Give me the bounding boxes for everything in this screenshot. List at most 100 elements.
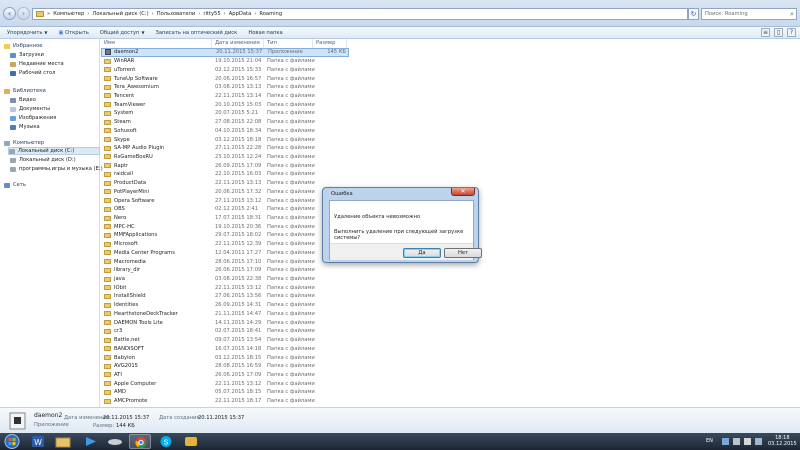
tray-flag-icon[interactable] xyxy=(733,438,740,445)
taskbar-explorer-icon[interactable] xyxy=(52,434,74,449)
file-row[interactable]: Raptr 26.09.2015 17:09 Папка с файлами xyxy=(101,161,800,170)
taskbar-skype-icon[interactable]: S xyxy=(155,434,177,449)
nav-libraries[interactable]: Библиотеки xyxy=(4,87,46,95)
help-icon[interactable]: ? xyxy=(787,28,796,37)
file-row[interactable]: DAEMON Tools Lite 14.11.2015 14:29 Папка с… xyxy=(101,318,800,327)
file-row[interactable]: Steam 27.08.2015 22:08 Папка с файлами xyxy=(101,118,800,127)
file-row[interactable]: ATI 26.06.2015 17:09 Папка с файлами xyxy=(101,371,800,380)
nav-music[interactable]: Музыка xyxy=(10,123,40,131)
nav-documents[interactable]: Документы xyxy=(10,105,50,113)
preview-pane-icon[interactable]: ▯ xyxy=(774,28,783,37)
nav-images[interactable]: Изображения xyxy=(10,114,56,122)
file-row[interactable]: TeamViewer 20.10.2015 15:03 Папка с файлам… xyxy=(101,100,800,109)
start-button-icon[interactable] xyxy=(2,433,22,450)
file-row[interactable]: AVG2015 28.08.2015 16:59 Папка с файлами xyxy=(101,362,800,371)
file-row[interactable]: Apple Computer 22.11.2015 13:12 Папка с фа… xyxy=(101,379,800,388)
forward-button[interactable]: › xyxy=(17,7,30,20)
file-row[interactable]: SA-MP Audio Plugin 27.11.2015 22:28 Папка … xyxy=(101,144,800,153)
file-row[interactable]: Identities 26.09.2015 14:31 Папка с файлам… xyxy=(101,301,800,310)
file-row[interactable]: Tencent 22.11.2015 13:14 Папка с файлами xyxy=(101,92,800,101)
svg-text:S: S xyxy=(164,440,169,447)
open-button[interactable]: ▣ Открыть xyxy=(55,30,93,36)
language-indicator[interactable]: EN xyxy=(706,438,713,444)
file-row[interactable]: uTorrent 02.12.2015 15:33 Папка с файлами xyxy=(101,65,800,74)
file-row[interactable]: Tera_Awesomium 03.08.2015 13:13 Папка с фа… xyxy=(101,83,800,92)
file-row[interactable]: Sohusoft 04.10.2015 18:34 Папка с файлами xyxy=(101,126,800,135)
breadcrumb-computer[interactable]: Компьютер xyxy=(53,11,84,17)
file-type: Папка с файлами xyxy=(267,66,315,73)
share-button[interactable]: Общий доступ ▼ xyxy=(96,30,149,36)
file-date: 27.11.2015 13:12 xyxy=(215,197,262,204)
breadcrumb-appdata[interactable]: AppData xyxy=(229,11,252,17)
file-row[interactable]: IObit 22.11.2015 13:12 Папка с файлами xyxy=(101,283,800,292)
breadcrumb-users[interactable]: Пользователи xyxy=(157,11,196,17)
file-row[interactable]: WinRAR 19.10.2015 21:04 Папка с файлами xyxy=(101,57,800,66)
folder-icon xyxy=(104,163,111,169)
nav-video[interactable]: Видео xyxy=(10,96,36,104)
nav-downloads[interactable]: Загрузки xyxy=(10,51,44,59)
nav-disk-c[interactable]: Локальный диск (C:) xyxy=(8,147,100,155)
nav-network[interactable]: Сеть xyxy=(4,181,26,189)
column-type[interactable]: Тип xyxy=(264,39,313,48)
nav-favorites[interactable]: Избранное xyxy=(4,42,42,50)
file-row[interactable]: library_dir 26.06.2015 17:09 Папка с файла… xyxy=(101,266,800,275)
address-bar[interactable]: » Компьютер › Локальный диск (C:) › Поль… xyxy=(32,8,688,20)
nav-disk-d[interactable]: Локальный диск (D:) xyxy=(10,156,76,164)
file-date: 22.11.2015 18:17 xyxy=(215,398,262,405)
yes-button[interactable]: Да xyxy=(403,248,441,258)
file-row[interactable]: raidcall 22.10.2015 16:03 Папка с файлами xyxy=(101,170,800,179)
nav-desktop[interactable]: Рабочий стол xyxy=(10,69,56,77)
refresh-button[interactable]: ↻ xyxy=(688,8,699,20)
file-row[interactable]: HearthstoneDeckTracker 21.11.2015 14:47 Па… xyxy=(101,310,800,319)
back-button[interactable]: ‹ xyxy=(3,7,16,20)
taskbar-daemon-tools-icon[interactable] xyxy=(104,434,126,449)
tray-signal-icon[interactable] xyxy=(755,438,762,445)
file-type: Папка с файлами xyxy=(267,188,315,195)
file-date: 27.08.2015 22:08 xyxy=(215,119,262,126)
breadcrumb-roaming[interactable]: Roaming xyxy=(259,11,282,17)
tray-volume-icon[interactable] xyxy=(744,438,751,445)
file-row[interactable]: Skype 03.12.2015 18:18 Папка с файлами xyxy=(101,135,800,144)
view-mode-icon[interactable]: ≡ xyxy=(761,28,770,37)
organize-button[interactable]: Упорядочить ▼ xyxy=(3,30,52,36)
file-row[interactable]: BANDISOFT 16.07.2015 14:18 Папка с файлами xyxy=(101,344,800,353)
breadcrumb-user[interactable]: ritty55 xyxy=(203,11,220,17)
search-input[interactable]: Поиск: Roaming ⌕ xyxy=(701,8,797,20)
file-type: Папка с файлами xyxy=(267,380,315,387)
clock[interactable]: 18:18 03.12.2015 xyxy=(768,435,797,447)
file-row[interactable]: Battle.net 09.07.2015 13:54 Папка с файлам… xyxy=(101,336,800,345)
file-row[interactable]: AMD 05.07.2015 18:15 Папка с файлами xyxy=(101,388,800,397)
close-icon[interactable]: ✕ xyxy=(451,188,475,196)
file-date: 26.06.2015 17:09 xyxy=(215,267,262,274)
nav-recent[interactable]: Недавние места xyxy=(10,60,64,68)
file-row[interactable]: TuneUp Software 20.06.2015 16:57 Папка с ф… xyxy=(101,74,800,83)
taskbar-app-icon[interactable] xyxy=(180,434,202,449)
new-folder-button[interactable]: Новая папка xyxy=(244,30,286,36)
taskbar-chrome-icon[interactable] xyxy=(129,434,151,449)
tray-network-icon[interactable] xyxy=(722,438,729,445)
file-row[interactable]: InstallShield 27.06.2015 13:56 Папка с фай… xyxy=(101,292,800,301)
breadcrumb-disk-c[interactable]: Локальный диск (C:) xyxy=(92,11,148,17)
file-row[interactable]: Babylon 03.12.2015 18:15 Папка с файлами xyxy=(101,353,800,362)
file-row[interactable]: RsGameBoxRU 23.10.2015 12:24 Папка с файла… xyxy=(101,153,800,162)
taskbar-media-player-icon[interactable] xyxy=(79,434,101,449)
taskbar-word-icon[interactable]: W xyxy=(27,434,49,449)
column-date[interactable]: Дата изменения xyxy=(212,39,264,48)
file-row[interactable]: java 03.08.2015 22:38 Папка с файлами xyxy=(101,275,800,284)
nav-disk-e[interactable]: программы,игры и музыка (E:) xyxy=(10,165,103,173)
nav-computer[interactable]: Компьютер xyxy=(4,139,44,147)
file-row[interactable]: AMCPromote 22.11.2015 18:17 Папка с файлам… xyxy=(101,397,800,406)
file-row[interactable]: daemon2 20.11.2015 15:37 Приложение 145 КБ xyxy=(101,48,349,57)
column-name[interactable]: Имя xyxy=(101,39,212,48)
no-button[interactable]: Нет xyxy=(444,248,482,258)
burn-button[interactable]: Записать на оптический диск xyxy=(152,30,242,36)
file-type: Папка с файлами xyxy=(267,153,315,160)
column-size[interactable]: Размер xyxy=(313,39,347,48)
music-icon xyxy=(10,124,16,130)
file-row[interactable]: System 20.07.2015 5:21 Папка с файлами xyxy=(101,109,800,118)
file-name: Skype xyxy=(101,137,212,143)
file-type: Папка с файлами xyxy=(267,249,315,256)
file-type: Папка с файлами xyxy=(267,162,315,169)
file-name: TuneUp Software xyxy=(101,76,212,82)
file-row[interactable]: cr3 02.07.2015 18:41 Папка с файлами xyxy=(101,327,800,336)
